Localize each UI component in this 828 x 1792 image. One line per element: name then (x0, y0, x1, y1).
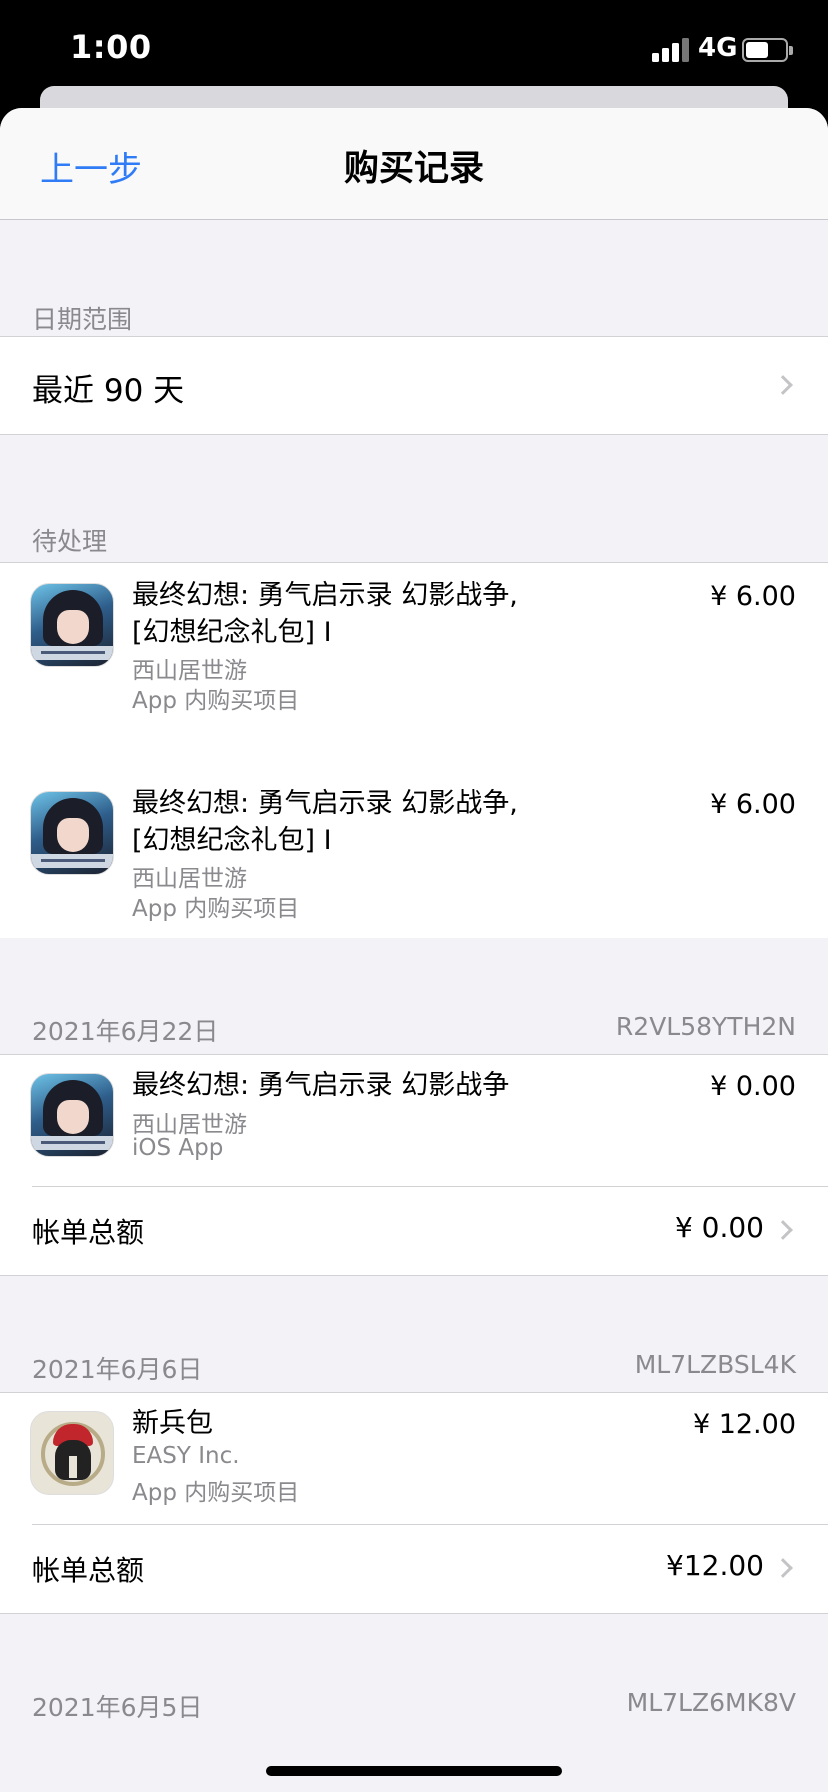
order-id: ML7LZ6MK8V (626, 1688, 796, 1717)
chevron-right-icon (773, 1558, 793, 1578)
pending-list: 最终幻想: 勇气启示录 幻影战争, [幻想纪念礼包] I 西山居世游 App 内… (0, 562, 828, 938)
item-name: 最终幻想: 勇气启示录 幻影战争, [幻想纪念礼包] I (132, 580, 518, 648)
item-price: ¥ 6.00 (710, 789, 796, 820)
page-title: 购买记录 (343, 149, 484, 189)
battery-icon (742, 38, 793, 62)
network-type: 4G (698, 33, 738, 63)
list-item[interactable]: 最终幻想: 勇气启示录 幻影战争, [幻想纪念礼包] I 西山居世游 App 内… (0, 563, 828, 751)
item-type: App 内购买项目 (132, 688, 300, 714)
app-icon (30, 583, 114, 667)
item-developer: 西山居世游 (132, 658, 247, 684)
item-type: iOS App (132, 1135, 224, 1161)
item-price: ¥ 12.00 (692, 1409, 796, 1440)
order-date: 2021年6月22日 (32, 1017, 219, 1046)
list-item[interactable]: 最终幻想: 勇气启示录 幻影战争, [幻想纪念礼包] I 西山居世游 App 内… (0, 771, 828, 939)
app-icon (30, 791, 114, 875)
bill-total-row[interactable]: 帐单总额 ¥12.00 (0, 1525, 828, 1615)
order-card: 新兵包 EASY Inc. App 内购买项目 ¥ 12.00 帐单总额 ¥12… (0, 1392, 828, 1614)
item-name: 新兵包 (132, 1408, 213, 1439)
item-name: 最终幻想: 勇气启示录 幻影战争, [幻想纪念礼包] I (132, 788, 518, 856)
item-price: ¥ 6.00 (710, 581, 796, 612)
bill-total-row[interactable]: 帐单总额 ¥ 0.00 (0, 1187, 828, 1277)
app-icon (30, 1411, 114, 1495)
pending-header: 待处理 (32, 527, 108, 556)
item-developer: 西山居世游 (132, 1112, 247, 1138)
item-type: App 内购买项目 (132, 896, 300, 922)
bill-total-amount: ¥12.00 (666, 1549, 764, 1582)
item-type: App 内购买项目 (132, 1480, 300, 1506)
nav-bar: 上一步 购买记录 (0, 108, 828, 220)
order-date: 2021年6月5日 (32, 1693, 203, 1722)
cellular-signal-icon (652, 36, 692, 62)
app-icon (30, 1073, 114, 1157)
order-date: 2021年6月6日 (32, 1355, 203, 1384)
purchase-history-sheet: 上一步 购买记录 日期范围 最近 90 天 待处理 最终幻想: 勇气启示录 幻影… (0, 108, 828, 1792)
order-id: R2VL58YTH2N (615, 1012, 796, 1041)
bill-total-label: 帐单总额 (32, 1554, 145, 1587)
order-id: ML7LZBSL4K (634, 1350, 796, 1379)
date-range-header: 日期范围 (32, 305, 133, 334)
item-developer: EASY Inc. (132, 1443, 240, 1469)
chevron-right-icon (773, 375, 793, 395)
item-name: 最终幻想: 勇气启示录 幻影战争 (132, 1070, 510, 1101)
list-item[interactable]: 新兵包 EASY Inc. App 内购买项目 ¥ 12.00 (0, 1393, 828, 1523)
bill-total-label: 帐单总额 (32, 1216, 145, 1249)
bill-total-amount: ¥ 0.00 (674, 1211, 764, 1244)
date-range-value: 最近 90 天 (32, 373, 185, 409)
home-indicator[interactable] (266, 1766, 562, 1776)
item-developer: 西山居世游 (132, 866, 247, 892)
chevron-right-icon (773, 1220, 793, 1240)
date-range-row[interactable]: 最近 90 天 (0, 336, 828, 435)
status-bar: 1:00 4G (0, 0, 828, 100)
list-item[interactable]: 最终幻想: 勇气启示录 幻影战争 西山居世游 iOS App ¥ 0.00 (0, 1055, 828, 1185)
status-time: 1:00 (70, 28, 152, 66)
order-card: 最终幻想: 勇气启示录 幻影战争 西山居世游 iOS App ¥ 0.00 帐单… (0, 1054, 828, 1276)
item-price: ¥ 0.00 (710, 1071, 796, 1102)
